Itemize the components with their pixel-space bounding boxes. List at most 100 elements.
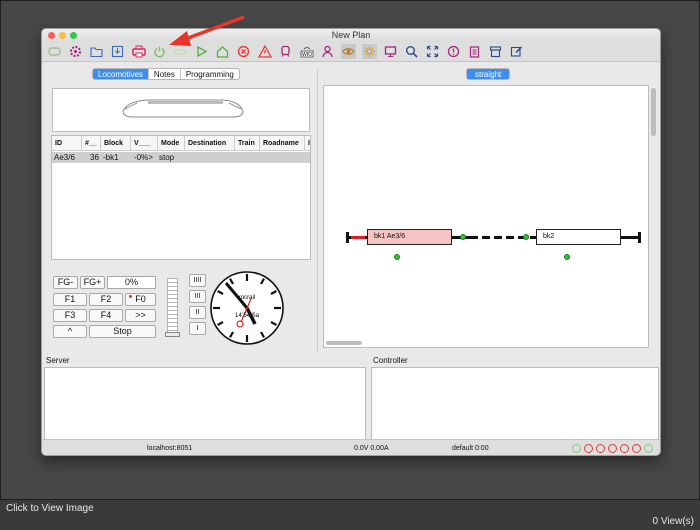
status-indicator-3 <box>596 444 605 453</box>
column-header-block[interactable]: Block <box>101 136 131 151</box>
speed-slider-thumb[interactable] <box>165 332 180 337</box>
svg-text:WIO: WIO <box>302 52 312 58</box>
column-header-i[interactable]: I <box>305 136 310 151</box>
clock-time: 14:54 Sa <box>235 313 260 319</box>
search-icon[interactable] <box>404 44 419 59</box>
print-icon[interactable] <box>131 44 146 59</box>
gear-3-button[interactable]: III <box>189 290 206 303</box>
tab-programming[interactable]: Programming <box>181 69 239 79</box>
column-header-speed[interactable]: V___ <box>131 136 158 151</box>
caret-button[interactable]: ^ <box>53 325 87 338</box>
controller-list[interactable] <box>371 367 659 440</box>
status-bar: localhost:8051 0.0V 0.00A default 0:00 <box>42 439 660 455</box>
server-pane-title: Server <box>46 356 70 365</box>
tab-straight[interactable]: straight <box>467 69 510 79</box>
block-bk2[interactable]: bk2 <box>536 229 621 245</box>
tab-locomotives[interactable]: Locomotives <box>93 69 149 79</box>
column-header-roadname[interactable]: Roadname <box>260 136 305 151</box>
open-folder-icon[interactable] <box>89 44 104 59</box>
close-window-button[interactable] <box>48 32 55 39</box>
f0-button[interactable]: F0 <box>125 293 156 306</box>
eye-icon[interactable] <box>341 44 356 59</box>
controller-pane: Controller <box>371 356 659 440</box>
sensor-4[interactable] <box>564 254 570 260</box>
f3-button[interactable]: F3 <box>53 309 87 322</box>
track-plan: bk1 Ae3/6 bk2 <box>323 85 656 348</box>
fullscreen-icon[interactable] <box>425 44 440 59</box>
stop-button[interactable]: Stop <box>89 325 156 338</box>
sensor-3[interactable] <box>394 254 400 260</box>
sensor-1[interactable] <box>460 234 466 240</box>
speed-field[interactable]: 0% <box>107 276 156 289</box>
wio-icon[interactable]: WIO <box>299 44 314 59</box>
gear-1-button[interactable]: I <box>189 322 206 335</box>
zoom-window-button[interactable] <box>70 32 77 39</box>
title-bar: New Plan <box>42 29 660 42</box>
column-header-number[interactable]: #__ <box>82 136 101 151</box>
locomotive-panel: Locomotives Notes Programming ID #__ Blo… <box>45 66 316 352</box>
direction-button[interactable]: >> <box>125 309 156 322</box>
status-indicator-1 <box>572 444 581 453</box>
view-count: 0 View(s) <box>652 516 695 527</box>
train-icon[interactable] <box>278 44 293 59</box>
locomotive-drawing <box>122 99 244 118</box>
block-bk2-label: bk2 <box>543 233 555 240</box>
gear-2-button[interactable]: II <box>189 306 206 319</box>
block-bk1[interactable]: bk1 Ae3/6 <box>367 229 452 245</box>
screenshot-frame: New Plan WIO Locomotives Notes Programmi… <box>0 0 700 500</box>
cell-speed: -0%> <box>134 153 153 162</box>
cell-mode: stop <box>159 153 175 162</box>
edit-icon[interactable] <box>509 44 524 59</box>
status-indicator-2 <box>584 444 593 453</box>
toolbar: WIO <box>42 42 660 62</box>
speed-slider[interactable] <box>165 278 180 337</box>
status-mode: default 0:00 <box>452 445 489 452</box>
horizontal-scrollbar[interactable] <box>326 341 362 345</box>
column-header-train[interactable]: Train <box>235 136 260 151</box>
cell-id: Ae3/6 <box>54 153 75 162</box>
monitor-icon[interactable] <box>383 44 398 59</box>
clipboard-icon[interactable] <box>467 44 482 59</box>
fg-plus-button[interactable]: FG+ <box>80 276 105 289</box>
sun-icon[interactable] <box>362 44 377 59</box>
f1-button[interactable]: F1 <box>53 293 87 306</box>
status-power: 0.0V 0.00A <box>354 445 389 452</box>
window-title: New Plan <box>331 30 371 40</box>
f0-indicator <box>129 295 132 298</box>
vertical-scrollbar[interactable] <box>651 88 656 136</box>
column-header-destination[interactable]: Destination <box>185 136 235 151</box>
minimize-window-button[interactable] <box>59 32 66 39</box>
block-bk1-label: bk1 Ae3/6 <box>374 233 406 240</box>
railway-clock: rocrail 14:54 Sa <box>210 271 284 345</box>
tab-notes[interactable]: Notes <box>149 69 181 79</box>
user-icon[interactable] <box>320 44 335 59</box>
archive-icon[interactable] <box>488 44 503 59</box>
table-row[interactable]: Ae3/6 36 -bk1 -0%> stop <box>52 152 310 163</box>
signal-red <box>351 236 365 239</box>
f0-label: F0 <box>135 294 146 304</box>
f2-button[interactable]: F2 <box>89 293 123 306</box>
vertical-splitter[interactable] <box>317 69 321 353</box>
status-indicator-6 <box>632 444 641 453</box>
track-end-left <box>346 232 349 243</box>
f4-button[interactable]: F4 <box>89 309 123 322</box>
plan-tabbar: straight <box>466 68 511 80</box>
info-icon[interactable] <box>446 44 461 59</box>
click-to-view-link[interactable]: Click to View Image <box>6 503 94 514</box>
gear-4-button[interactable]: IIII <box>189 274 206 287</box>
left-tabbar: Locomotives Notes Programming <box>92 68 240 80</box>
save-icon[interactable] <box>110 44 125 59</box>
server-log[interactable] <box>44 367 366 440</box>
fg-minus-button[interactable]: FG- <box>53 276 78 289</box>
column-header-id[interactable]: ID <box>52 136 82 151</box>
cell-number: 36 <box>90 153 99 162</box>
image-viewer-footer: Click to View Image 0 View(s) <box>0 500 700 530</box>
undo-icon[interactable] <box>47 44 62 59</box>
status-host: localhost:8051 <box>147 445 193 452</box>
warning-icon[interactable] <box>257 44 272 59</box>
column-header-mode[interactable]: Mode <box>158 136 185 151</box>
settings-icon[interactable] <box>68 44 83 59</box>
sensor-2[interactable] <box>523 234 529 240</box>
locomotive-image <box>52 88 310 132</box>
server-pane: Server <box>44 356 366 440</box>
